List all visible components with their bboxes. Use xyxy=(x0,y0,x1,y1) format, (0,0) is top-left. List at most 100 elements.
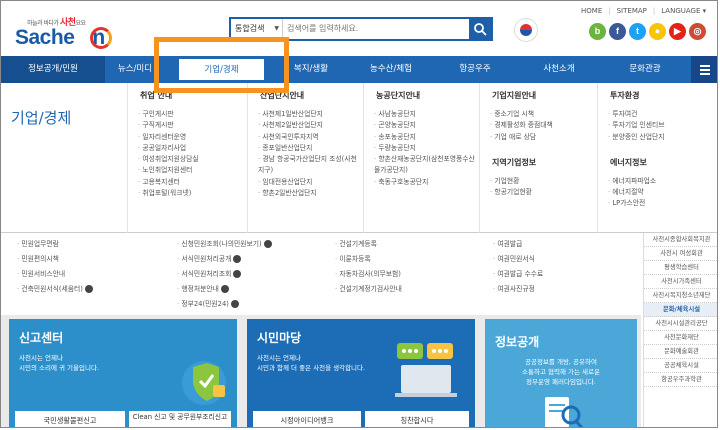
search-button[interactable] xyxy=(469,19,491,39)
menu-item[interactable]: 중소기업 시책 xyxy=(490,109,597,120)
info-disclosure-card[interactable]: 정보공개 공공정보를 개방, 공유하여 소통하고 협력해 가는 새로운 정부운영 패… xyxy=(485,319,637,427)
menu-item[interactable]: 고용복지센터 xyxy=(138,177,247,188)
nav-agri-fishery[interactable]: 농수산/체험 xyxy=(351,56,431,83)
menu-item[interactable]: 여성취업지원상담실 xyxy=(138,154,247,165)
sidebar-link[interactable]: 문화예술회관 xyxy=(644,345,717,359)
list-item[interactable]: 이륜차등록 xyxy=(335,252,402,267)
list-item[interactable]: 여권사진규정 xyxy=(493,282,543,297)
menu-item[interactable]: 경남 항공국가산업단지 조성(사천지구) xyxy=(258,154,362,177)
menu-col-heading[interactable]: 기업지원안내 xyxy=(492,90,597,101)
list-item[interactable]: 민원업무편람 xyxy=(17,237,93,252)
menu-item[interactable]: 구직게시판 xyxy=(138,120,247,131)
list-item[interactable]: 자동차검사(의무보험) xyxy=(335,267,402,282)
menu-item[interactable]: 에너지파파업소 xyxy=(608,176,717,187)
menu-item[interactable]: 취업포털(워크넷) xyxy=(138,188,247,199)
menu-item[interactable]: 향촌산재농공단지(삼천포영풍수산물가공단지) xyxy=(374,154,478,177)
list-item[interactable]: 서식민원처리공개 xyxy=(177,252,272,267)
sidebar-link[interactable]: 사천시복지청소년재단 xyxy=(644,289,717,303)
card-desc: 공공정보를 개방, 공유하여 소통하고 협력해 가는 새로운 정부운영 패러다임입니… xyxy=(522,358,600,386)
menu-item[interactable]: 구인게시판 xyxy=(138,109,247,120)
nav-aerospace[interactable]: 항공우주 xyxy=(431,56,519,83)
instagram-icon[interactable]: ◎ xyxy=(689,23,706,40)
praise-button[interactable]: 칭찬합시다 xyxy=(365,411,469,427)
list-item[interactable]: 행정처분안내 xyxy=(177,282,272,297)
menu-item[interactable]: 항공기업현황 xyxy=(490,187,597,198)
menu-item[interactable]: 사천제1일반산업단지 xyxy=(258,109,363,120)
menu-item[interactable]: 곤양농공단지 xyxy=(374,120,479,131)
sidebar-link[interactable]: 평생학습센터 xyxy=(644,261,717,275)
list-item[interactable]: 건축민원서식(세움터) xyxy=(17,282,93,297)
sidebar-link[interactable]: 사천시 여성회관 xyxy=(644,247,717,261)
menu-item[interactable]: 사천외국인투자지역 xyxy=(258,132,363,143)
sidebar-link[interactable]: 사천문화재단 xyxy=(644,331,717,345)
menu-item[interactable]: 노인취업지원센터 xyxy=(138,165,247,176)
home-link[interactable]: HOME xyxy=(581,7,602,15)
search-type-select[interactable]: 통합검색 xyxy=(231,19,283,39)
list-item[interactable]: 신청민원조회(나의민원보기) xyxy=(177,237,272,252)
facebook-icon[interactable]: f xyxy=(609,23,626,40)
list-item[interactable]: 여권민원서식 xyxy=(493,252,543,267)
list-item[interactable]: 서식민원처리조회 xyxy=(177,267,272,282)
nav-about-sacheon[interactable]: 사천소개 xyxy=(519,56,599,83)
menu-item[interactable]: 향촌2일반산업단지 xyxy=(258,188,363,199)
menu-item[interactable]: 두량농공단지 xyxy=(374,143,479,154)
link-list: 여권발급 여권민원서식 여권발급 수수료 여권사진규정 xyxy=(493,237,543,297)
list-item[interactable]: 민원서비스안내 xyxy=(17,267,93,282)
language-link[interactable]: LANGUAGE ▾ xyxy=(661,7,706,15)
menu-item[interactable]: 공공일자리사업 xyxy=(138,143,247,154)
list-item[interactable]: 건설기계등록 xyxy=(335,237,402,252)
blog-icon[interactable]: b xyxy=(589,23,606,40)
menu-col-heading[interactable]: 농공단지안내 xyxy=(376,90,479,101)
menu-item[interactable]: 경제활성화 중점대책 xyxy=(490,120,597,131)
idea-bank-button[interactable]: 시정아이디어뱅크 xyxy=(253,411,361,427)
sidebar-link[interactable]: 사천시가족센터 xyxy=(644,275,717,289)
menu-item[interactable]: 투자여건 xyxy=(608,109,717,120)
twitter-icon[interactable]: t xyxy=(629,23,646,40)
menu-item[interactable]: 에너지절약 xyxy=(608,187,717,198)
search-input[interactable] xyxy=(287,19,467,39)
menu-col-heading[interactable]: 투자환경 xyxy=(610,90,717,101)
sidebar-link[interactable]: 공공체육시설 xyxy=(644,359,717,373)
link-list: 민원업무편람 민원편의시책 민원서비스안내 건축민원서식(세움터) xyxy=(17,237,93,297)
sidebar-link[interactable]: 항공우주과학관 xyxy=(644,373,717,387)
clean-report-button[interactable]: Clean 신고 및 공무원부조리신고 xyxy=(129,411,231,427)
list-item[interactable]: 민원편의시책 xyxy=(17,252,93,267)
menu-item[interactable]: 임대전용산업단지 xyxy=(258,177,363,188)
nav-culture-tour[interactable]: 문화관광 xyxy=(599,56,691,83)
menu-item[interactable]: 일자리센터운영 xyxy=(138,132,247,143)
menu-item[interactable]: 축동구호농공단지 xyxy=(374,177,479,188)
kakaostory-icon[interactable]: ● xyxy=(649,23,666,40)
sidebar-link[interactable]: 사천시시설관리공단 xyxy=(644,317,717,331)
menu-item[interactable]: LP가스안전 xyxy=(608,198,717,209)
menu-item[interactable]: 기업 애로 상담 xyxy=(490,132,597,143)
list-item[interactable]: 여권발급 xyxy=(493,237,543,252)
report-center-card: 신고센터 사천시는 언제나 시민의 소리에 귀 기울입니다. 국민생활불편신고 C… xyxy=(9,319,237,427)
list-item[interactable]: 정부24(민원24) xyxy=(177,297,272,312)
highlight-box xyxy=(154,37,289,93)
menu-item[interactable]: 송포농공단지 xyxy=(374,132,479,143)
hamburger-menu-icon[interactable] xyxy=(691,56,717,83)
link-list: 신청민원조회(나의민원보기) 서식민원처리공개 서식민원처리조회 행정처분안내 … xyxy=(177,237,272,312)
list-item[interactable]: 여권발급 수수료 xyxy=(493,267,543,282)
external-link-icon xyxy=(233,255,242,263)
sitemap-link[interactable]: SITEMAP xyxy=(617,7,647,15)
menu-item[interactable]: 사천제2일반산업단지 xyxy=(258,120,363,131)
card-title: 신고센터 xyxy=(19,331,64,345)
shield-check-icon xyxy=(182,361,226,405)
menu-item[interactable]: 기업현황 xyxy=(490,176,597,187)
youtube-icon[interactable]: ▶ xyxy=(669,23,686,40)
main-navigation: 정보공개/민원 뉴스/미디 기업/경제 복지/생활 농수산/체험 항공우주 사천… xyxy=(1,56,717,83)
menu-item[interactable]: 종포일반산업단지 xyxy=(258,143,363,154)
menu-item[interactable]: 투자기업 인센티브 xyxy=(608,120,717,131)
nav-info-civil[interactable]: 정보공개/민원 xyxy=(1,56,105,83)
menu-item[interactable]: 분양중인 산업단지 xyxy=(608,132,717,143)
menu-col-heading[interactable]: 지역기업정보 xyxy=(492,157,597,168)
menu-col-heading[interactable]: 에너지정보 xyxy=(610,157,717,168)
civil-complaint-button[interactable]: 국민생활불편신고 xyxy=(15,411,125,427)
menu-item[interactable]: 사남농공단지 xyxy=(374,109,479,120)
sacheon-logo[interactable]: 하늘과 바다가 사천요요 Sache n xyxy=(15,11,135,51)
external-link-icon xyxy=(220,285,229,293)
sidebar-link[interactable]: 사천시종합사회복지관 xyxy=(644,233,717,247)
list-item[interactable]: 건설기계정기검사안내 xyxy=(335,282,402,297)
external-link-icon xyxy=(263,240,272,248)
